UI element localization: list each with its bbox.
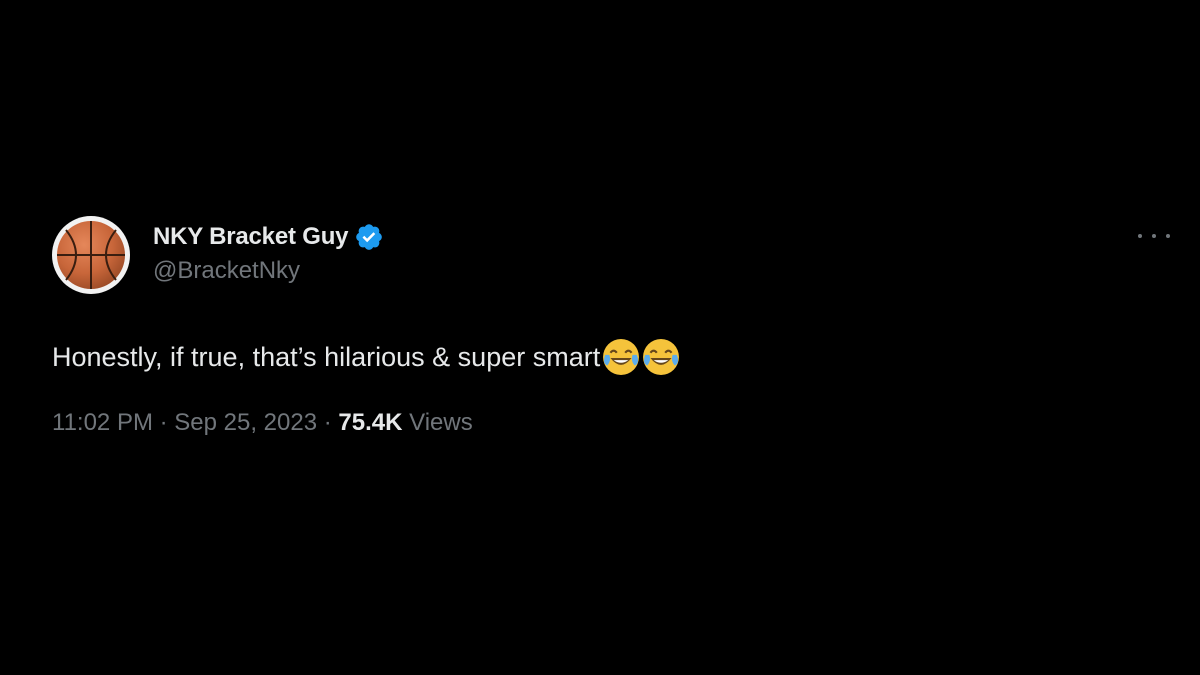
tweet-text-content: Honestly, if true, that’s hilarious & su… [52, 342, 601, 372]
views-count[interactable]: 75.4K [338, 409, 402, 437]
author-names: NKY Bracket Guy @BracketNky [153, 216, 384, 285]
tweet-header: NKY Bracket Guy @BracketNky [52, 216, 1170, 294]
face-with-tears-of-joy-icon [603, 339, 640, 375]
more-options-icon[interactable] [1138, 224, 1170, 248]
tweet-card: NKY Bracket Guy @BracketNky Honestly, if… [52, 216, 1170, 437]
dot [1138, 234, 1142, 238]
avatar[interactable] [52, 216, 130, 294]
tweet-time[interactable]: 11:02 PM [52, 409, 153, 437]
tweet-text: Honestly, if true, that’s hilarious & su… [52, 338, 1152, 376]
dot [1152, 234, 1156, 238]
views-label: Views [402, 409, 473, 436]
face-with-tears-of-joy-icon [643, 339, 680, 375]
meta-separator: · [317, 409, 339, 436]
basketball-icon [57, 221, 125, 289]
author-handle[interactable]: @BracketNky [153, 257, 384, 285]
tweet-meta: 11:02 PM · Sep 25, 2023 · 75.4K Views [52, 409, 1152, 437]
dot [1166, 234, 1170, 238]
display-name-row: NKY Bracket Guy [153, 221, 384, 253]
author-display-name[interactable]: NKY Bracket Guy [153, 223, 349, 251]
meta-separator: · [152, 409, 175, 436]
verified-badge-icon[interactable] [354, 222, 384, 252]
tweet-date[interactable]: Sep 25, 2023 [174, 409, 317, 437]
